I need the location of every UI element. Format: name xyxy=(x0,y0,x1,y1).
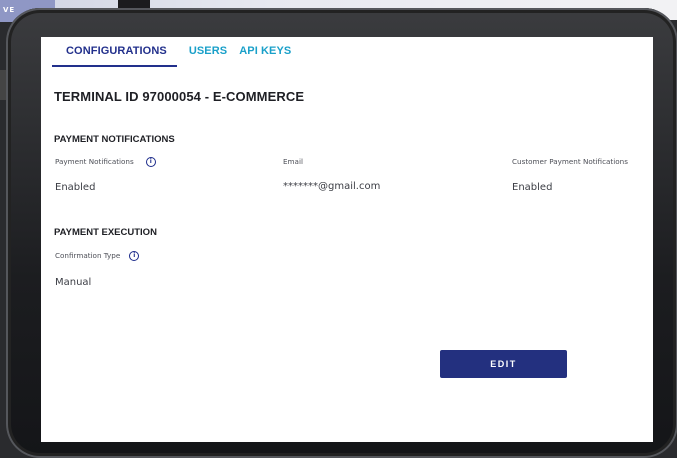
email-label: Email xyxy=(283,157,303,166)
info-icon[interactable]: i xyxy=(145,157,156,167)
email-value: *******@gmail.com xyxy=(283,181,381,192)
confirmation-type-label: Confirmation Type i xyxy=(55,251,140,261)
customer-payment-notifications-label: Customer Payment Notifications xyxy=(512,157,628,166)
tab-configurations[interactable]: CONFIGURATIONS xyxy=(52,45,177,67)
tablet-screen: CONFIGURATIONS USERS API KEYS TERMINAL I… xyxy=(41,37,653,442)
edit-button[interactable]: EDIT xyxy=(440,350,567,378)
tab-bar: CONFIGURATIONS USERS API KEYS xyxy=(52,45,300,67)
confirmation-type-value: Manual xyxy=(55,277,92,288)
background-chip-label: VE xyxy=(3,6,16,14)
tab-users[interactable]: USERS xyxy=(177,45,236,67)
payment-notifications-value: Enabled xyxy=(55,182,96,193)
tablet-frame: CONFIGURATIONS USERS API KEYS TERMINAL I… xyxy=(6,8,677,458)
payment-execution-heading: PAYMENT EXECUTION xyxy=(54,227,157,238)
payment-notifications-heading: PAYMENT NOTIFICATIONS xyxy=(54,134,175,145)
confirmation-type-label-text: Confirmation Type xyxy=(55,251,121,260)
tab-api-keys[interactable]: API KEYS xyxy=(236,45,300,67)
info-icon[interactable]: i xyxy=(129,251,140,261)
payment-notifications-label-text: Payment Notifications xyxy=(55,157,134,166)
customer-payment-notifications-value: Enabled xyxy=(512,182,553,193)
page-title: TERMINAL ID 97000054 - E-COMMERCE xyxy=(54,89,305,104)
payment-notifications-label: Payment Notifications i xyxy=(55,157,156,167)
